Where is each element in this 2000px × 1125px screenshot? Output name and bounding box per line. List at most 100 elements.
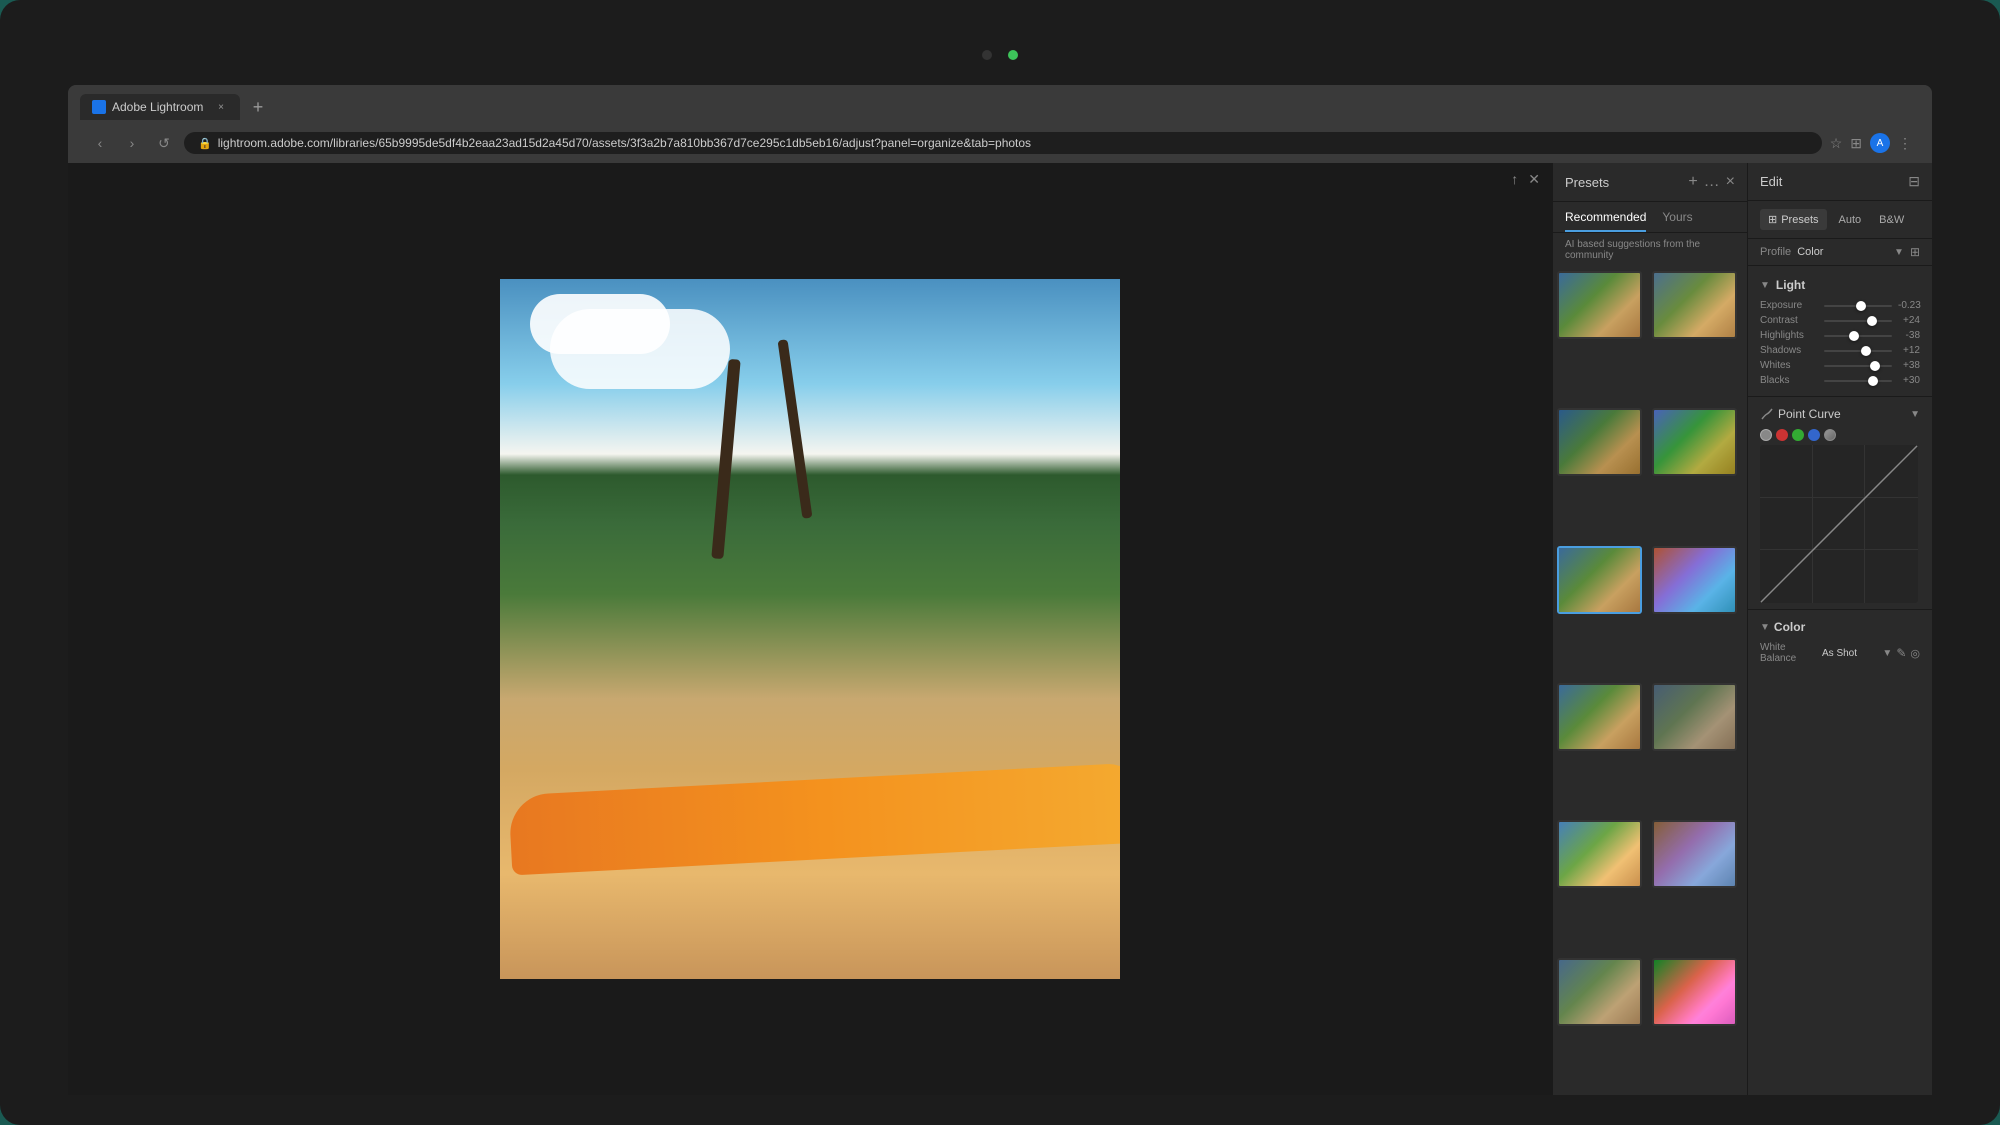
- tab-favicon: [92, 100, 106, 114]
- shadows-track[interactable]: [1824, 350, 1892, 352]
- wb-eyedropper-icon[interactable]: ✎: [1896, 646, 1906, 660]
- profile-value: Color: [1797, 246, 1888, 258]
- preset-thumb-7[interactable]: [1557, 683, 1642, 751]
- profile-dropdown-icon[interactable]: ▼: [1894, 247, 1904, 258]
- highlights-track[interactable]: [1824, 335, 1892, 337]
- wb-value: As Shot: [1822, 648, 1878, 659]
- blacks-thumb[interactable]: [1868, 376, 1878, 386]
- profile-grid-icon[interactable]: ⊞: [1910, 245, 1920, 259]
- whites-thumb[interactable]: [1870, 361, 1880, 371]
- curve-title-area: Point Curve: [1760, 407, 1841, 421]
- presets-btn-icon: ⊞: [1768, 213, 1777, 226]
- extensions-icon[interactable]: ⊞: [1850, 135, 1862, 152]
- preset-thumb-8[interactable]: [1652, 683, 1737, 751]
- browser-actions: ☆ ⊞ A ⋮: [1830, 133, 1912, 153]
- contrast-label: Contrast: [1760, 315, 1818, 326]
- share-icon[interactable]: ↑: [1511, 171, 1518, 188]
- bw-button[interactable]: B&W: [1873, 210, 1910, 230]
- whites-row: Whites +38: [1760, 360, 1920, 371]
- profile-row: Profile Color ▼ ⊞: [1748, 239, 1932, 266]
- profile-label: Profile: [1760, 246, 1791, 258]
- active-indicator: [1008, 50, 1018, 60]
- ai-suggestion-text: AI based suggestions from the community: [1553, 233, 1747, 267]
- url-bar[interactable]: 🔒 lightroom.adobe.com/libraries/65b9995d…: [184, 132, 1822, 154]
- shadows-row: Shadows +12: [1760, 345, 1920, 356]
- wb-target-icon[interactable]: ◎: [1910, 647, 1920, 660]
- whites-track[interactable]: [1824, 365, 1892, 367]
- content-area: ↑ ✕ Presets + …: [68, 163, 1932, 1095]
- close-presets-icon[interactable]: ×: [1726, 173, 1735, 191]
- curve-collapse-icon[interactable]: ▼: [1910, 409, 1920, 420]
- user-avatar[interactable]: A: [1870, 133, 1890, 153]
- forward-button[interactable]: ›: [120, 131, 144, 155]
- preset-thumb-1[interactable]: [1557, 271, 1642, 339]
- edit-filter-icon[interactable]: ⊟: [1908, 173, 1920, 190]
- preset-more-icon[interactable]: …: [1704, 173, 1720, 191]
- close-photo-icon[interactable]: ✕: [1528, 171, 1540, 188]
- color-section-header[interactable]: ▼ Color: [1760, 616, 1920, 638]
- bookmark-icon[interactable]: ☆: [1830, 135, 1843, 152]
- blacks-track[interactable]: [1824, 380, 1892, 382]
- preset-thumb-10[interactable]: [1652, 820, 1737, 888]
- highlights-thumb[interactable]: [1849, 331, 1859, 341]
- white-balance-row: White Balance As Shot ▼ ✎ ◎: [1760, 642, 1920, 664]
- preset-thumb-5[interactable]: [1557, 546, 1642, 614]
- light-section-header[interactable]: ▼ Light: [1760, 272, 1920, 296]
- curve-channel-red[interactable]: [1776, 429, 1788, 441]
- curve-channel-blend[interactable]: [1824, 429, 1836, 441]
- preset-thumb-6[interactable]: [1652, 546, 1737, 614]
- menu-icon[interactable]: ⋮: [1898, 135, 1912, 152]
- ssl-lock-icon: 🔒: [198, 137, 212, 150]
- preset-thumb-9[interactable]: [1557, 820, 1642, 888]
- new-tab-button[interactable]: +: [244, 93, 272, 121]
- curve-canvas[interactable]: [1760, 445, 1918, 603]
- edit-toolbar: ⊞ Presets Auto B&W: [1748, 201, 1932, 239]
- preset-thumb-img-7: [1559, 685, 1640, 749]
- edit-header: Edit ⊟: [1748, 163, 1932, 201]
- preset-thumb-12[interactable]: [1652, 958, 1737, 1026]
- presets-button[interactable]: ⊞ Presets: [1760, 209, 1827, 230]
- contrast-track[interactable]: [1824, 320, 1892, 322]
- tab-bar: Adobe Lightroom × +: [80, 93, 1920, 121]
- add-preset-icon[interactable]: +: [1688, 173, 1697, 191]
- preset-thumb-img-12: [1654, 960, 1735, 1024]
- exposure-thumb[interactable]: [1856, 301, 1866, 311]
- browser-window: Adobe Lightroom × + ‹ › ↺ 🔒 lightroom.ad…: [68, 85, 1932, 1095]
- laptop-top-bar: [60, 40, 1940, 70]
- presets-panel: Presets + … × Recommended Yours AI based…: [1552, 163, 1747, 1095]
- exposure-row: Exposure -0.23: [1760, 300, 1920, 311]
- reload-button[interactable]: ↺: [152, 131, 176, 155]
- url-text: lightroom.adobe.com/libraries/65b9995de5…: [218, 136, 1808, 150]
- shadows-thumb[interactable]: [1861, 346, 1871, 356]
- wb-dropdown-icon[interactable]: ▼: [1882, 648, 1892, 659]
- curve-channel-green[interactable]: [1792, 429, 1804, 441]
- light-section: ▼ Light Exposure -0.23 Contr: [1748, 266, 1932, 396]
- exposure-track[interactable]: [1824, 305, 1892, 307]
- photo-area: ↑ ✕: [68, 163, 1552, 1095]
- wb-label: White Balance: [1760, 642, 1818, 664]
- contrast-thumb[interactable]: [1867, 316, 1877, 326]
- edit-title: Edit: [1760, 174, 1908, 189]
- back-button[interactable]: ‹: [88, 131, 112, 155]
- tab-close-button[interactable]: ×: [214, 100, 228, 114]
- preset-thumb-img-4: [1654, 410, 1735, 474]
- preset-thumb-img-1: [1559, 273, 1640, 337]
- presets-title: Presets: [1565, 175, 1688, 190]
- curve-svg: [1760, 445, 1918, 603]
- preset-thumb-img-3: [1559, 410, 1640, 474]
- preset-thumb-img-6: [1654, 548, 1735, 612]
- tab-recommended[interactable]: Recommended: [1565, 210, 1646, 232]
- shadows-value: +12: [1898, 345, 1920, 356]
- curve-channel-controls: [1760, 429, 1920, 441]
- preset-thumb-img-9: [1559, 822, 1640, 886]
- curve-channel-rgb[interactable]: [1760, 429, 1772, 441]
- auto-button[interactable]: Auto: [1833, 210, 1868, 230]
- preset-thumb-4[interactable]: [1652, 408, 1737, 476]
- curve-channel-blue[interactable]: [1808, 429, 1820, 441]
- preset-thumb-2[interactable]: [1652, 271, 1737, 339]
- tab-yours[interactable]: Yours: [1662, 210, 1692, 232]
- browser-tab-lightroom[interactable]: Adobe Lightroom ×: [80, 94, 240, 120]
- whites-label: Whites: [1760, 360, 1818, 371]
- preset-thumb-11[interactable]: [1557, 958, 1642, 1026]
- preset-thumb-3[interactable]: [1557, 408, 1642, 476]
